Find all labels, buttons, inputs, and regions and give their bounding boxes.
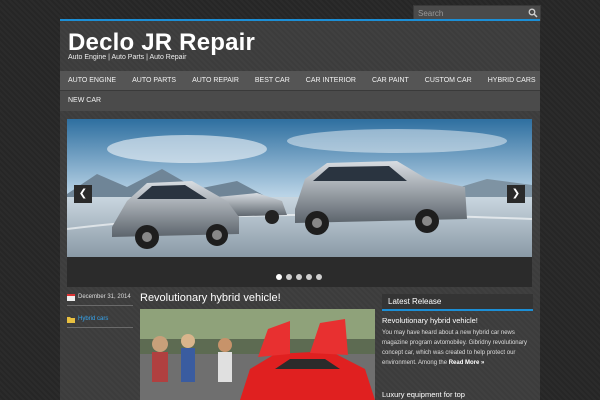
search-input[interactable] [414, 6, 524, 20]
nav-item-best-car[interactable]: BEST CAR [247, 71, 298, 90]
nav-row-2: NEW CAR [60, 91, 540, 111]
slider-dot-4[interactable] [306, 274, 312, 280]
post-date-text: December 31, 2014 [78, 294, 131, 300]
post-category-link[interactable]: Hybrid cars [78, 316, 108, 322]
site-title[interactable]: Declo JR Repair [68, 29, 255, 57]
slider-next-button[interactable]: ❯ [507, 185, 525, 203]
chevron-left-icon: ❮ [78, 188, 88, 199]
nav-item-hybrid-cars[interactable]: HYBRID CARS [480, 71, 544, 90]
folder-icon [67, 317, 75, 323]
slider-pagination [276, 274, 322, 280]
widget-post-title-2[interactable]: Luxury equipment for top [382, 390, 465, 399]
read-more-link[interactable]: Read More » [449, 360, 485, 366]
post-thumbnail[interactable] [140, 309, 375, 400]
header-accent-rule [60, 19, 540, 21]
page-container: Declo JR Repair Auto Engine | Auto Parts… [60, 19, 540, 400]
nav-row-1: AUTO ENGINE AUTO PARTS AUTO REPAIR BEST … [60, 71, 540, 91]
nav-item-auto-parts[interactable]: AUTO PARTS [124, 71, 184, 90]
meta-divider [67, 327, 133, 328]
nav-item-auto-repair[interactable]: AUTO REPAIR [184, 71, 247, 90]
post-title[interactable]: Revolutionary hybrid vehicle! [140, 292, 281, 304]
featured-slider: ❮ ❯ [67, 119, 532, 287]
nav-item-car-paint[interactable]: CAR PAINT [364, 71, 417, 90]
nav-item-auto-engine[interactable]: AUTO ENGINE [60, 71, 124, 90]
widget-post-title-1[interactable]: Revolutionary hybrid vehicle! [382, 316, 478, 325]
slider-dot-2[interactable] [286, 274, 292, 280]
nav-item-new-car[interactable]: NEW CAR [60, 91, 109, 111]
widget-title-latest-release: Latest Release [382, 294, 533, 311]
slider-dot-3[interactable] [296, 274, 302, 280]
search-icon[interactable] [528, 8, 538, 18]
nav-item-car-interior[interactable]: CAR INTERIOR [298, 71, 364, 90]
slide-cars-illustration [67, 119, 532, 257]
slider-prev-button[interactable]: ❮ [74, 185, 92, 203]
main-nav: AUTO ENGINE AUTO PARTS AUTO REPAIR BEST … [60, 71, 540, 111]
post-car-illustration [140, 309, 375, 400]
meta-divider [67, 305, 133, 306]
slider-dot-1[interactable] [276, 274, 282, 280]
calendar-icon [67, 294, 75, 301]
site-tagline: Auto Engine | Auto Parts | Auto Repair [68, 54, 187, 61]
chevron-right-icon: ❯ [511, 188, 521, 199]
slider-dot-5[interactable] [316, 274, 322, 280]
widget-post-excerpt: You may have heard about a new hybrid ca… [382, 328, 534, 368]
slide-image[interactable] [67, 119, 532, 257]
nav-item-custom-car[interactable]: CUSTOM CAR [417, 71, 480, 90]
